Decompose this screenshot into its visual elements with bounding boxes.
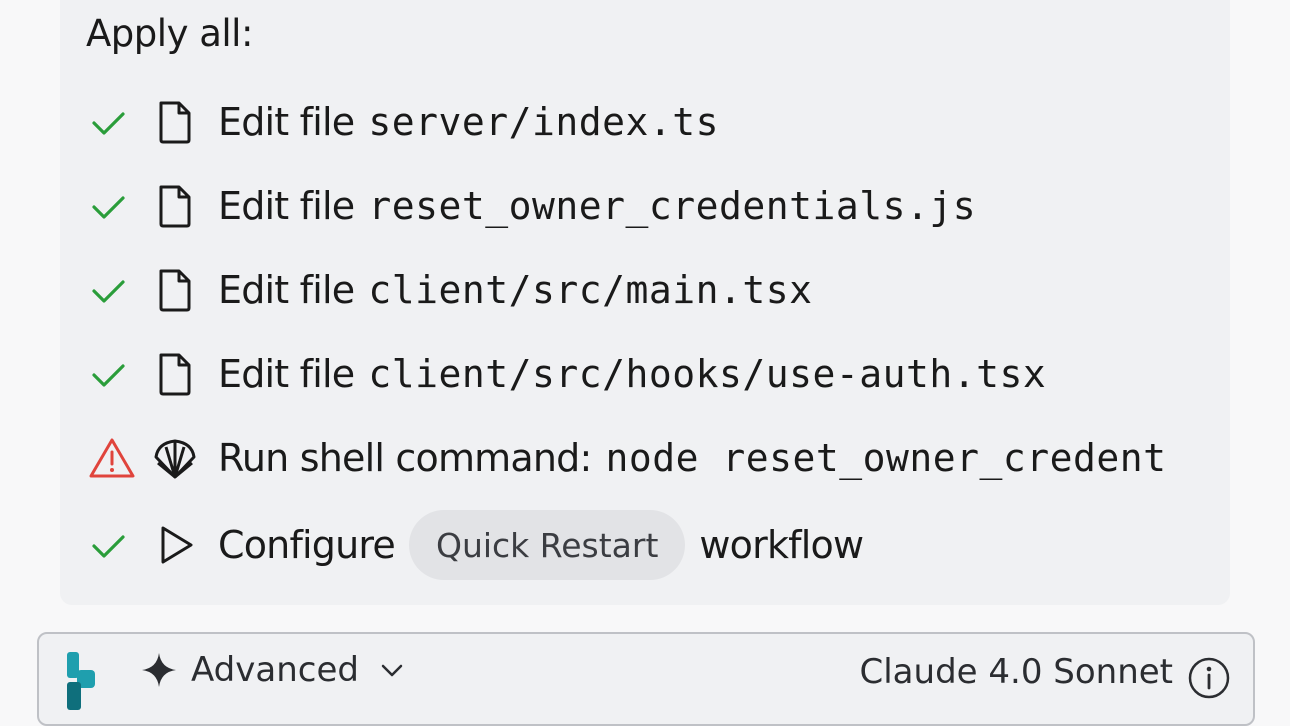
action-row[interactable]: Edit file reset_owner_credentials.js (88, 176, 1208, 236)
shell-icon (144, 432, 206, 484)
file-path: client/src/main.tsx (368, 268, 813, 312)
action-row[interactable]: Run shell command: node reset_owner_cred… (88, 428, 1206, 488)
action-suffix: workflow (699, 523, 864, 567)
action-label: Run shell command: (218, 436, 592, 480)
file-path: reset_owner_credentials.js (368, 184, 977, 228)
action-label: Edit file (218, 268, 355, 312)
action-label: Configure (218, 523, 396, 567)
check-icon (88, 519, 140, 571)
mode-label: Advanced (191, 650, 359, 690)
info-icon[interactable] (1187, 656, 1231, 704)
file-icon (144, 180, 206, 232)
check-icon (88, 180, 140, 232)
apply-all-heading: Apply all: (86, 12, 253, 55)
file-path: server/index.ts (368, 100, 720, 144)
shell-command: node reset_owner_credent (605, 436, 1167, 480)
action-row[interactable]: Edit file client/src/hooks/use-auth.tsx (88, 344, 1208, 404)
action-label: Edit file (218, 352, 355, 396)
action-row[interactable]: Edit file server/index.ts (88, 92, 1208, 152)
file-icon (144, 96, 206, 148)
action-label: Edit file (218, 184, 355, 228)
model-name[interactable]: Claude 4.0 Sonnet (860, 652, 1174, 692)
action-row[interactable]: Configure Quick Restart workflow (88, 510, 1208, 580)
check-icon (88, 264, 140, 316)
check-icon (88, 348, 140, 400)
workflow-pill[interactable]: Quick Restart (408, 510, 686, 580)
play-icon (144, 519, 206, 571)
composer-bar: Advanced Claude 4.0 Sonnet (37, 632, 1255, 726)
action-label: Edit file (218, 100, 355, 144)
chevron-down-icon (381, 664, 403, 677)
sparkle-icon (142, 653, 176, 687)
agent-logo-icon (63, 652, 103, 716)
mode-selector[interactable]: Advanced (139, 650, 407, 690)
file-path: client/src/hooks/use-auth.tsx (368, 352, 1047, 396)
file-icon (144, 348, 206, 400)
file-icon (144, 264, 206, 316)
check-icon (88, 96, 140, 148)
action-row[interactable]: Edit file client/src/main.tsx (88, 260, 1208, 320)
warning-icon (88, 432, 140, 484)
